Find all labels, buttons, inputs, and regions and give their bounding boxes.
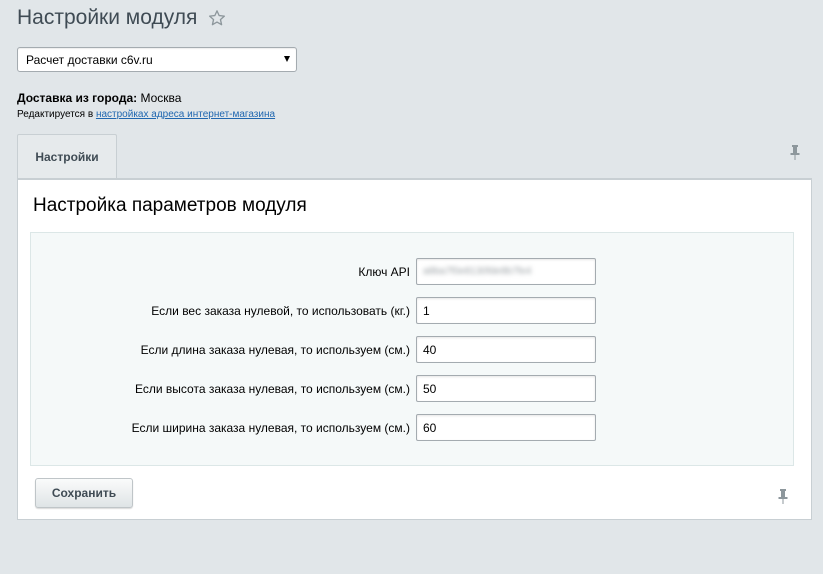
delivery-city-label: Доставка из города: (17, 91, 138, 105)
api-key-value: a8ba7f0e8130fde8b7fe4 (423, 266, 532, 277)
form-row-length: Если длина заказа нулевая, то используем… (31, 336, 795, 364)
edited-note-prefix: Редактируется в (17, 109, 94, 120)
weight-input[interactable] (416, 297, 596, 324)
pin-icon[interactable] (789, 144, 801, 160)
height-label: Если высота заказа нулевая, то используе… (135, 382, 410, 396)
api-key-label: Ключ API (358, 265, 410, 279)
pin-icon[interactable] (777, 488, 789, 504)
length-input[interactable] (416, 336, 596, 363)
api-key-input[interactable]: a8ba7f0e8130fde8b7fe4 (416, 258, 596, 285)
form-row-weight: Если вес заказа нулевой, то использовать… (31, 297, 795, 325)
module-select[interactable]: Расчет доставки c6v.ru (17, 47, 297, 72)
page-title-text: Настройки модуля (17, 6, 198, 29)
page-title: Настройки модуля (17, 6, 226, 30)
length-label: Если длина заказа нулевая, то используем… (140, 343, 410, 357)
height-input[interactable] (416, 375, 596, 402)
edited-note: Редактируется в настройках адреса интерн… (17, 109, 275, 120)
chevron-down-icon (284, 56, 290, 62)
tab-strip: Настройки (17, 134, 812, 178)
settings-form: Ключ API a8ba7f0e8130fde8b7fe4 Если вес … (30, 232, 794, 466)
weight-label: Если вес заказа нулевой, то использовать… (151, 304, 410, 318)
width-input[interactable] (416, 414, 596, 441)
delivery-city: Доставка из города: Москва (17, 91, 181, 105)
star-icon[interactable] (208, 9, 226, 27)
form-row-api-key: Ключ API a8ba7f0e8130fde8b7fe4 (31, 258, 795, 286)
form-row-width: Если ширина заказа нулевая, то используе… (31, 414, 795, 442)
form-row-height: Если высота заказа нулевая, то используе… (31, 375, 795, 403)
tab-settings[interactable]: Настройки (17, 134, 117, 178)
store-address-settings-link[interactable]: настройках адреса интернет-магазина (96, 109, 275, 120)
save-button[interactable]: Сохранить (35, 478, 133, 508)
delivery-city-value: Москва (140, 91, 182, 105)
section-title: Настройка параметров модуля (33, 195, 307, 216)
module-select-value: Расчет доставки c6v.ru (26, 52, 153, 67)
settings-panel: Настройка параметров модуля Ключ API a8b… (17, 178, 812, 520)
width-label: Если ширина заказа нулевая, то используе… (131, 421, 410, 435)
